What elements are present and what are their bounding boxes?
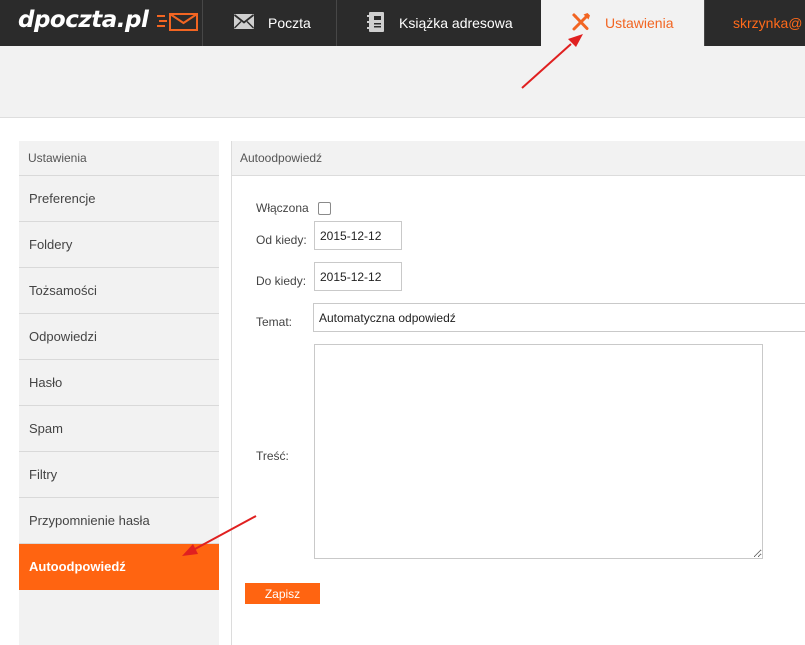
save-button[interactable]: Zapisz [245, 583, 320, 604]
toolbar-area [0, 46, 805, 118]
from-date-label: Od kiedy: [256, 233, 307, 247]
to-date-label: Do kiedy: [256, 274, 307, 288]
tab-ustawienia-label: Ustawienia [605, 15, 674, 31]
sidebar-title: Ustawienia [19, 141, 219, 176]
to-date-input[interactable] [314, 262, 402, 291]
tab-ksiazka-adresowa[interactable]: Książka adresowa [337, 0, 541, 46]
sidebar-item-preferencje[interactable]: Preferencje [19, 176, 219, 222]
logo-envelope-icon [157, 13, 198, 31]
body-label: Treść: [256, 449, 289, 463]
tools-icon [571, 12, 591, 35]
tab-ustawienia[interactable]: Ustawienia [541, 0, 704, 46]
settings-sidebar: Ustawienia Preferencje Foldery Tożsamośc… [19, 141, 219, 645]
sidebar-item-tozsamosci[interactable]: Tożsamości [19, 268, 219, 314]
panel-title: Autoodpowiedź [232, 141, 805, 176]
autoreply-panel: Autoodpowiedź Włączona Od kiedy: Do kied… [231, 141, 805, 645]
sidebar-item-filtry[interactable]: Filtry [19, 452, 219, 498]
tab-ksiazka-adresowa-label: Książka adresowa [399, 15, 513, 31]
nav-divider [704, 0, 705, 46]
envelope-icon [233, 14, 255, 32]
body-textarea[interactable] [314, 344, 763, 559]
sidebar-item-foldery[interactable]: Foldery [19, 222, 219, 268]
tab-poczta-label: Poczta [268, 15, 311, 31]
sidebar-item-haslo[interactable]: Hasło [19, 360, 219, 406]
sidebar-item-przypomnienie-hasla[interactable]: Przypomnienie hasła [19, 498, 219, 544]
subject-label: Temat: [256, 315, 293, 329]
subject-input[interactable] [313, 303, 805, 332]
top-navigation-bar: dpoczta.pl Poczta Książka adresowa Ustaw… [0, 0, 805, 46]
enabled-label: Włączona [256, 201, 309, 215]
enabled-checkbox[interactable] [318, 202, 331, 215]
user-account-menu[interactable]: skrzynka@ [733, 0, 802, 46]
sidebar-item-spam[interactable]: Spam [19, 406, 219, 452]
sidebar-item-autoodpowiedz[interactable]: Autoodpowiedź [19, 544, 219, 590]
sidebar-item-odpowiedzi[interactable]: Odpowiedzi [19, 314, 219, 360]
from-date-input[interactable] [314, 221, 402, 250]
tab-poczta[interactable]: Poczta [203, 0, 336, 46]
logo[interactable]: dpoczta.pl [18, 7, 149, 33]
address-book-icon [367, 11, 385, 35]
